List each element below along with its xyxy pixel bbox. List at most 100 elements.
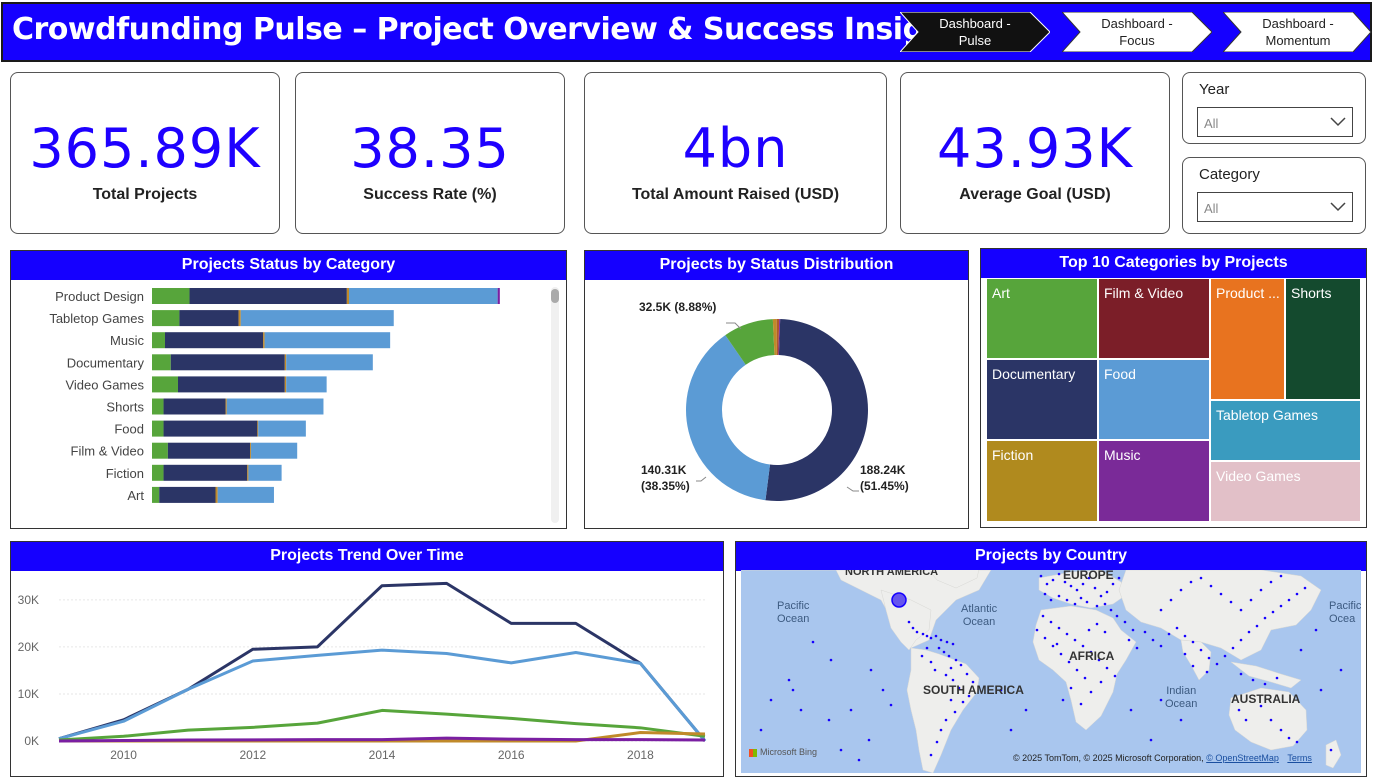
country-dot [951,642,955,646]
bar-segment [179,310,239,327]
country-dot [1207,656,1211,660]
treemap-cell[interactable]: Video Games [1210,461,1361,522]
country-dot [849,708,853,712]
country-dot [937,646,941,650]
treemap-cell[interactable]: Fiction [986,440,1098,522]
bar-segment [163,398,226,415]
microsoft-logo-icon [749,748,757,757]
kpi-total-amount-raised: 4bn Total Amount Raised (USD) [584,72,887,234]
country-dot [1329,748,1333,752]
country-dot [889,703,893,707]
openstreetmap-link[interactable]: © OpenStreetMap [1206,753,1279,763]
terms-link[interactable]: Terms [1287,753,1312,763]
treemap-cell[interactable]: Documentary [986,359,1098,440]
country-dot [1263,616,1267,620]
country-dot [911,626,915,630]
country-dot [1239,672,1243,676]
bar-segment [163,464,248,481]
bar-segment [159,486,216,503]
bar-segment [251,442,298,459]
country-dot [1095,622,1099,626]
country-dot [1051,644,1055,648]
x-tick-label: 2010 [110,748,137,762]
treemap-cell[interactable]: Art [986,278,1098,359]
trend-line [58,736,706,743]
bar-segment [226,398,324,415]
bar-segment [284,376,287,393]
land-shape [1180,639,1212,681]
country-dot [1045,582,1049,586]
country-dot [1271,610,1275,614]
country-dot [791,688,795,692]
country-dot [1189,580,1193,584]
country-dot [935,740,939,744]
category-label: Documentary [67,355,145,370]
treemap-cell[interactable]: Film & Video [1098,278,1210,359]
trend-chart: 0K 10K 20K 30K 2010 2012 2014 2016 2018 [18,581,707,762]
country-dot [1127,638,1131,642]
country-dot [1065,598,1069,602]
map-label-africa: AFRICA [1069,649,1115,663]
treemap-cell-label: Food [1104,366,1136,382]
treemap-cell[interactable]: Shorts [1285,278,1361,400]
treemap-cell[interactable]: Food [1098,359,1210,440]
world-map [741,570,1343,773]
category-dropdown[interactable]: All [1197,192,1353,222]
treemap-cell-label: Product ... [1216,285,1280,301]
trend-line [58,581,707,742]
nav-label-line1: Dashboard - [939,16,1011,31]
country-dot [1131,628,1135,632]
country-dot [1143,630,1147,634]
bar-segment [225,398,227,415]
country-dot [827,718,831,722]
bar-segment [177,376,285,393]
treemap-cell-label: Art [992,285,1010,301]
country-dot [787,678,791,682]
country-dot [1109,608,1113,612]
country-dot [1085,600,1089,604]
country-dot [1191,640,1195,644]
country-panel: Projects by Country NORTH AMERICA EUROPE… [735,541,1367,777]
country-dot [1295,740,1299,744]
header: Crowdfunding Pulse – Project Overview & … [0,0,1373,64]
bar-segment [346,288,350,304]
x-tick-label: 2012 [239,748,266,762]
scrollbar-thumb[interactable] [551,289,559,303]
y-tick-label: 10K [18,687,39,701]
bar-segment [217,486,274,503]
slice-label-value: 32.5K (8.88%) [639,300,716,314]
treemap-cell[interactable]: Product ... [1210,278,1285,400]
year-dropdown[interactable]: All [1197,107,1353,137]
y-tick-label: 0K [24,734,39,748]
country-dot [1103,602,1107,606]
country-dot [1151,638,1155,642]
country-dot [1075,668,1079,672]
country-dot [1065,632,1069,636]
country-map[interactable]: NORTH AMERICA EUROPE AFRICA SOUTH AMERIC… [741,570,1361,773]
country-dot [1199,576,1203,580]
bar-segment [240,310,394,327]
kpi-label: Average Goal (USD) [959,186,1111,203]
map-label-indian: Indian Ocean [1165,685,1198,710]
country-dot [1057,572,1061,576]
country-dot [1239,638,1243,642]
land-shape [906,647,980,773]
kpi-value: 43.93K [936,117,1133,180]
scrollbar-track[interactable] [551,287,559,523]
slice-label-value: 188.24K [860,463,906,477]
treemap-cell[interactable]: Tabletop Games [1210,400,1361,461]
country-dot [1073,638,1077,642]
country-dot [1049,620,1053,624]
country-dot [921,632,925,636]
bar-segment [152,376,178,393]
treemap-cell[interactable]: Music [1098,440,1210,522]
country-dot [1095,604,1099,608]
trend-panel: Projects Trend Over Time 0K 10K 20K 30K 2010… [10,541,724,777]
country-dot [1237,708,1241,712]
country-dot [1255,624,1259,628]
kpi-average-goal: 43.93K Average Goal (USD) [900,72,1170,234]
bar-segment [349,288,498,304]
status-by-category-panel: Projects Status by Category Product Desi… [10,250,567,529]
trend-line [58,648,707,742]
slicer-title: Year [1199,81,1230,98]
